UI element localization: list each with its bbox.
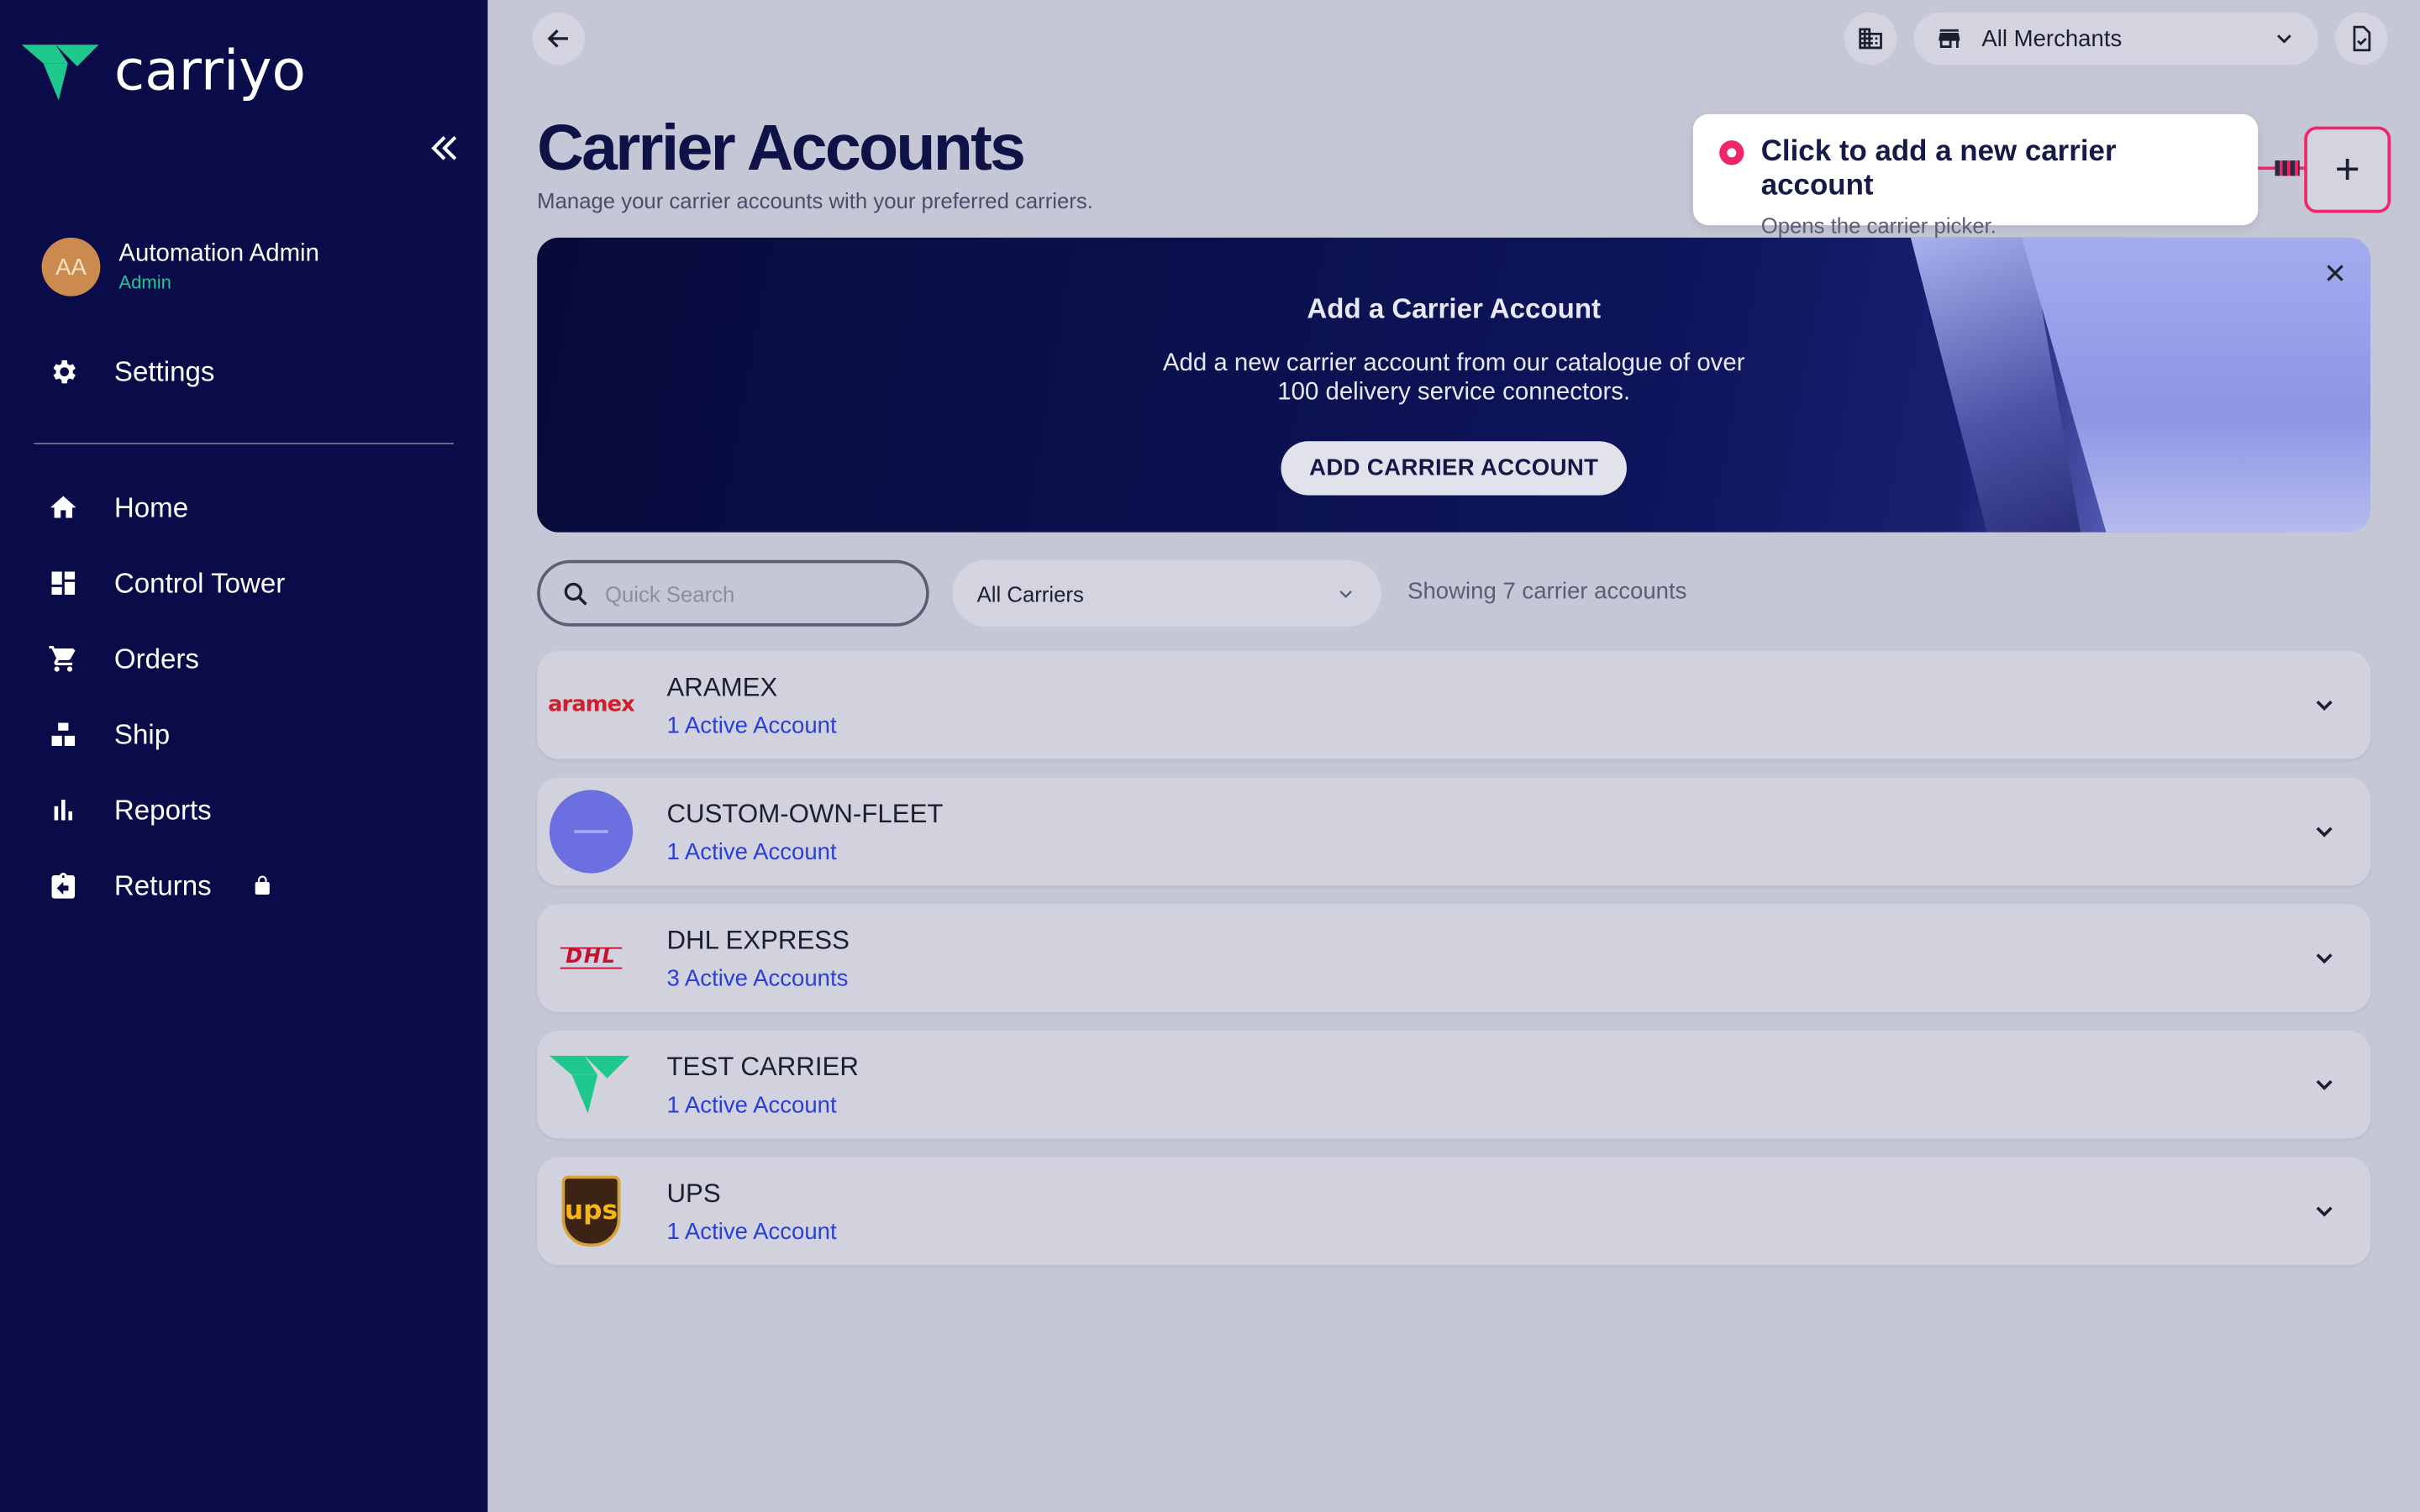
tooltip: Click to add a new carrier account Opens… — [1692, 113, 2259, 238]
chevron-down-icon[interactable] — [2306, 1193, 2343, 1230]
add-carrier-account-banner-button[interactable]: ADD CARRIER ACCOUNT — [1281, 441, 1627, 496]
carriyo-bird-icon — [21, 44, 99, 100]
tooltip-subtitle: Opens the carrier picker. — [1760, 213, 1996, 238]
store-icon — [1939, 29, 1960, 48]
sidebar-item-label: Settings — [113, 355, 215, 387]
sidebar-item-label: Control Tower — [113, 567, 286, 598]
add-carrier-banner: Add a Carrier Account Add a new carrier … — [537, 237, 2371, 533]
organization-button[interactable] — [1844, 12, 1897, 66]
aramex-logo: aramex — [548, 692, 635, 718]
carrier-accounts-link[interactable]: 1 Active Account — [666, 1219, 836, 1245]
user-profile[interactable]: AA Automation Admin Admin — [41, 237, 319, 297]
tooltip-dot-icon — [1719, 140, 1744, 165]
page-subtitle: Manage your carrier accounts with your p… — [537, 188, 1093, 213]
gear-icon — [46, 354, 80, 388]
sidebar-item-label: Reports — [113, 794, 212, 825]
brand-name: carriyo — [113, 39, 306, 104]
ups-logo: ups — [550, 1169, 633, 1252]
document-check-icon — [2353, 25, 2371, 52]
sidebar-item-home[interactable]: Home — [46, 485, 188, 531]
lock-icon — [251, 874, 273, 898]
search-input[interactable] — [605, 580, 883, 606]
sidebar-item-control-tower[interactable]: Control Tower — [46, 560, 285, 606]
carrier-name: UPS — [666, 1179, 721, 1209]
results-count: Showing 7 carrier accounts — [1407, 578, 1687, 606]
close-icon[interactable] — [2318, 256, 2352, 290]
chevron-down-icon[interactable] — [2306, 686, 2343, 723]
quick-search[interactable] — [537, 559, 929, 627]
chevron-down-icon — [2276, 34, 2291, 44]
carrier-name: CUSTOM-OWN-FLEET — [666, 799, 944, 829]
merchant-select-label: All Merchants — [1981, 25, 2123, 52]
sidebar-item-ship[interactable]: Ship — [46, 711, 170, 758]
home-icon — [46, 491, 80, 524]
bar-chart-icon — [46, 793, 80, 827]
avatar: AA — [41, 237, 101, 297]
banner-text: Add a new carrier account from our catal… — [1162, 349, 1745, 407]
cart-icon — [46, 642, 80, 675]
carrier-accounts-link[interactable]: 3 Active Accounts — [666, 966, 848, 992]
carrier-row-test-carrier[interactable]: TEST CARRIER 1 Active Account — [537, 1030, 2371, 1139]
sidebar-item-reports[interactable]: Reports — [46, 787, 212, 833]
user-role: Admin — [118, 271, 171, 293]
carrier-accounts-link[interactable]: 1 Active Account — [666, 839, 836, 865]
sidebar-item-label: Returns — [113, 869, 212, 900]
chevron-down-icon — [1339, 590, 1352, 598]
carrier-accounts-link[interactable]: 1 Active Account — [666, 713, 836, 739]
tasks-button[interactable] — [2334, 12, 2388, 66]
carrier-row-custom-own-fleet[interactable]: CUSTOM-OWN-FLEET 1 Active Account — [537, 777, 2371, 886]
ship-icon — [46, 717, 80, 751]
sidebar-item-label: Home — [113, 491, 189, 522]
dhl-logo: DHL — [550, 916, 633, 1000]
add-carrier-account-button[interactable]: + — [2304, 126, 2391, 213]
banner-title: Add a Carrier Account — [1307, 292, 1602, 324]
collapse-sidebar-icon[interactable] — [426, 129, 463, 166]
page-title: Carrier Accounts — [537, 111, 1026, 184]
sidebar: carriyo AA Automation Admin Admin Settin… — [0, 0, 488, 1512]
sidebar-item-settings[interactable]: Settings — [46, 349, 214, 395]
chevron-down-icon[interactable] — [2306, 813, 2343, 850]
carrier-name: DHL EXPRESS — [666, 926, 850, 955]
chevron-down-icon[interactable] — [2306, 940, 2343, 977]
carrier-row-aramex[interactable]: aramex ARAMEX 1 Active Account — [537, 651, 2371, 759]
sidebar-item-label: Orders — [113, 643, 199, 674]
back-button[interactable] — [532, 12, 586, 66]
arrow-left-icon — [547, 29, 568, 48]
carriyo-logo[interactable]: carriyo — [21, 39, 306, 104]
carrier-filter-label: All Carriers — [976, 580, 1084, 606]
tooltip-title: Click to add a new carrier account — [1760, 135, 2117, 202]
dashboard-icon — [46, 566, 80, 600]
carrier-name: TEST CARRIER — [666, 1052, 859, 1082]
user-name: Automation Admin — [118, 240, 319, 267]
sidebar-item-orders[interactable]: Orders — [46, 636, 199, 682]
carrier-filter-select[interactable]: All Carriers — [952, 559, 1381, 627]
carrier-row-ups[interactable]: ups UPS 1 Active Account — [537, 1157, 2371, 1266]
sidebar-item-label: Ship — [113, 718, 171, 749]
carrier-accounts-link[interactable]: 1 Active Account — [666, 1092, 836, 1118]
returns-icon — [46, 869, 80, 902]
sidebar-item-returns[interactable]: Returns — [46, 863, 273, 909]
carrier-row-dhl-express[interactable]: DHL DHL EXPRESS 3 Active Accounts — [537, 904, 2371, 1012]
search-icon — [564, 581, 587, 605]
tooltip-connector-mark — [2275, 160, 2300, 176]
sidebar-divider — [34, 443, 455, 444]
custom-fleet-logo — [549, 790, 634, 874]
main-content: All Merchants Carrier Accounts Manage yo… — [487, 0, 2420, 1512]
test-carrier-logo — [549, 1043, 633, 1126]
chevron-down-icon[interactable] — [2306, 1066, 2343, 1103]
carrier-name: ARAMEX — [666, 672, 778, 702]
building-icon — [1859, 28, 1882, 50]
merchant-select[interactable]: All Merchants — [1913, 12, 2318, 66]
